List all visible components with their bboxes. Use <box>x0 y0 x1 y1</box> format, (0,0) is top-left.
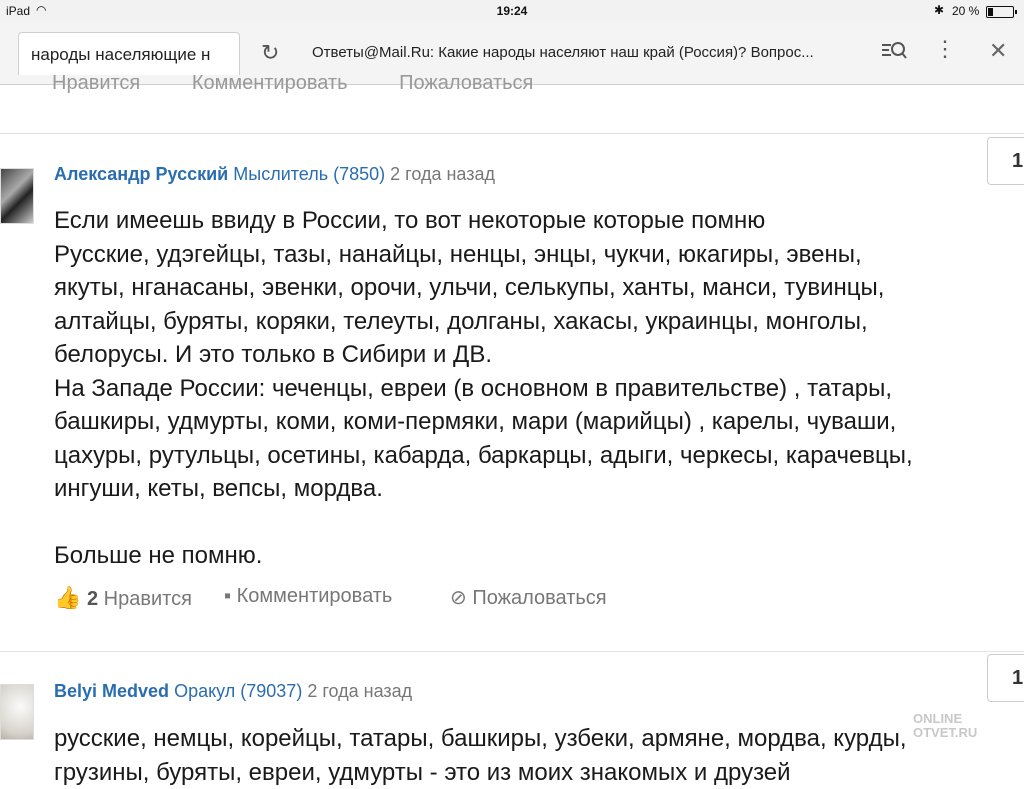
comment-icon: ▪ <box>224 585 231 607</box>
battery-percent: 20 % <box>952 4 979 18</box>
watermark-line: OTVET.RU <box>913 726 977 740</box>
avatar[interactable] <box>0 684 34 740</box>
report-button[interactable]: ⊘ Пожаловаться <box>450 585 607 610</box>
answer-line <box>54 506 1014 540</box>
reload-icon[interactable]: ↻ <box>261 40 279 66</box>
search-in-page-icon[interactable] <box>880 38 908 64</box>
like-button[interactable]: 👍 2 Нравится <box>54 585 192 611</box>
close-icon[interactable]: ✕ <box>989 38 1007 64</box>
answer-line: якуты, нганасаны, эвенки, орочи, ульчи, … <box>54 271 1014 305</box>
author-link[interactable]: Belyi Medved <box>54 681 169 701</box>
answer-text: русские, немцы, корейцы, татары, башкиры… <box>54 722 1014 789</box>
answer-divider <box>0 651 1024 652</box>
answer-line: башкиры, удмурты, коми, коми-пермяки, ма… <box>54 405 1014 439</box>
author-rank[interactable]: Оракул (79037) <box>174 681 302 701</box>
answer-line: белорусы. И это только в Сибири и ДВ. <box>54 338 1014 372</box>
answer-line: алтайцы, буряты, коряки, телеуты, долган… <box>54 305 1014 339</box>
previous-report-button[interactable]: Пожаловаться <box>399 72 533 94</box>
thumbs-up-icon: 👍 <box>54 585 81 610</box>
page-title[interactable]: Ответы@Mail.Ru: Какие народы населяют на… <box>312 44 857 61</box>
comment-button[interactable]: ▪ Комментировать <box>224 585 392 608</box>
previous-answer-actions: Нравится Комментировать Пожаловаться <box>52 72 579 95</box>
avatar[interactable] <box>0 168 34 224</box>
author-rank[interactable]: Мыслитель (7850) <box>233 164 385 184</box>
previous-comment-button[interactable]: Комментировать <box>192 72 348 94</box>
rating-value: 1 <box>1012 667 1023 690</box>
status-time: 19:24 <box>0 4 1024 18</box>
answer-line: Если имеешь ввиду в России, то вот некот… <box>54 204 1014 238</box>
comment-label: Комментировать <box>237 585 393 607</box>
answer-line: русские, немцы, корейцы, татары, башкиры… <box>54 722 1014 756</box>
search-tab[interactable]: народы населяющие н <box>18 32 240 75</box>
rating-box[interactable]: 1 <box>987 137 1024 185</box>
answer-line: Больше не помню. <box>54 539 1014 573</box>
author-link[interactable]: Александр Русский <box>54 164 228 184</box>
answer-header: Александр Русский Мыслитель (7850) 2 год… <box>54 164 495 185</box>
watermark: ONLINE OTVET.RU <box>913 712 977 740</box>
answer-time: 2 года назад <box>307 681 412 701</box>
watermark-line: ONLINE <box>913 712 977 726</box>
answer-divider <box>0 133 1024 134</box>
rating-box[interactable]: 1 <box>987 654 1024 702</box>
answer-header: Belyi Medved Оракул (79037) 2 года назад <box>54 681 412 702</box>
rating-value: 1 <box>1012 150 1023 173</box>
likes-count: 2 <box>87 588 98 610</box>
answer-text: Если имеешь ввиду в России, то вот некот… <box>54 204 1014 573</box>
answer-time: 2 года назад <box>390 164 495 184</box>
report-label: Пожаловаться <box>472 587 606 609</box>
answer-line: На Западе России: чеченцы, евреи (в осно… <box>54 372 1014 406</box>
more-menu-icon[interactable]: ⋮ <box>934 36 956 62</box>
bluetooth-icon: ✱ <box>934 3 944 17</box>
answer-line: цахуры, рутульцы, осетины, кабарда, барк… <box>54 439 1014 473</box>
answer-line: ингуши, кеты, вепсы, мордва. <box>54 472 1014 506</box>
like-label: Нравится <box>104 588 192 610</box>
answer-line: грузины, буряты, евреи, удмурты - это из… <box>54 756 1014 789</box>
status-bar: iPad ◠ 19:24 ✱ 20 % <box>0 0 1024 22</box>
answer-line: Русские, удэгейцы, тазы, нанайцы, ненцы,… <box>54 238 1014 272</box>
battery-level <box>988 8 993 16</box>
battery-icon <box>986 6 1014 18</box>
report-icon: ⊘ <box>450 587 467 609</box>
previous-like-button[interactable]: Нравится <box>52 72 140 94</box>
search-tab-label: народы населяющие н <box>31 45 210 65</box>
